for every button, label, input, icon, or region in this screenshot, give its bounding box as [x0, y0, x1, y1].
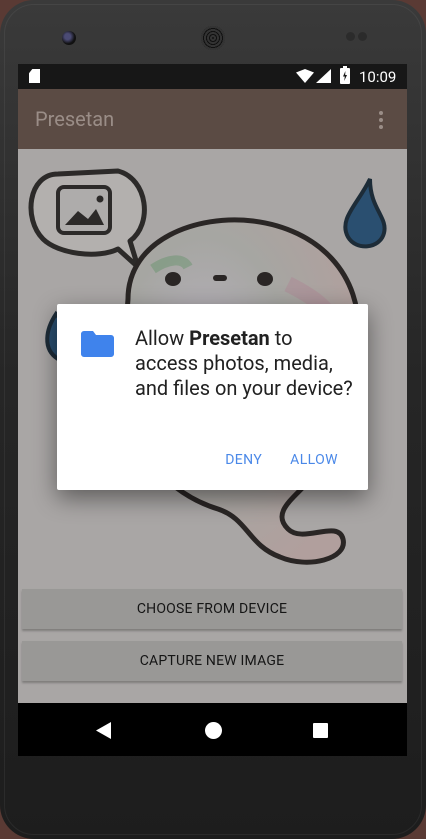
app-name: Presetan	[189, 326, 270, 350]
device-screen: 10:09 Presetan CHOOSE FROM DEVICE CAPTUR…	[18, 64, 407, 756]
wifi-icon	[296, 69, 314, 83]
status-bar: 10:09	[18, 64, 407, 89]
cell-signal-icon	[316, 69, 331, 83]
recents-icon[interactable]	[313, 723, 328, 738]
message-prefix: Allow	[135, 326, 190, 350]
navigation-bar	[18, 704, 407, 756]
sd-card-icon	[29, 69, 40, 83]
allow-button[interactable]: ALLOW	[290, 452, 338, 468]
permission-message: Allow Presetan to access photos, media, …	[135, 326, 357, 401]
front-camera	[62, 31, 76, 45]
dialog-actions: DENY ALLOW	[225, 452, 338, 468]
earpiece-speaker	[201, 26, 225, 50]
back-icon[interactable]	[96, 722, 111, 739]
phone-frame: 10:09 Presetan CHOOSE FROM DEVICE CAPTUR…	[0, 0, 426, 839]
permission-dialog: Allow Presetan to access photos, media, …	[57, 304, 368, 490]
battery-charging-icon	[340, 66, 350, 84]
folder-icon	[81, 331, 114, 357]
status-time: 10:09	[359, 68, 397, 86]
proximity-sensor	[346, 32, 355, 41]
deny-button[interactable]: DENY	[225, 452, 262, 468]
home-icon[interactable]	[205, 722, 222, 739]
light-sensor	[358, 32, 367, 41]
